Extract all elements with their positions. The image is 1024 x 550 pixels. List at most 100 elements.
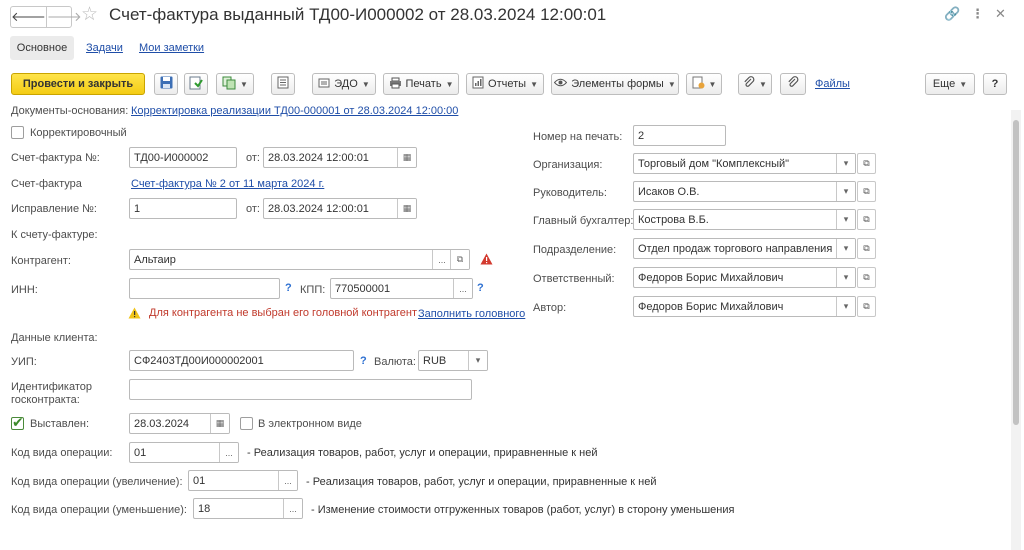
more-vertical-icon[interactable]: ⋮: [971, 6, 984, 22]
resp-field[interactable]: Федоров Борис Михайлович ▾: [633, 267, 856, 288]
invoice-no-field[interactable]: ТД00-И000002: [129, 147, 237, 168]
print-no-field[interactable]: 2: [633, 125, 726, 146]
warning-icon: [128, 307, 141, 322]
kpp-value: 770500001: [335, 282, 391, 295]
more-button[interactable]: Еще ▼: [925, 73, 975, 95]
form-elements-button[interactable]: Элементы формы ▼: [551, 73, 679, 95]
chevron-down-icon[interactable]: ▾: [836, 297, 855, 316]
calendar-icon[interactable]: ▦: [397, 148, 416, 167]
dept-field[interactable]: Отдел продаж торгового направления ▾: [633, 238, 856, 259]
chevron-down-icon[interactable]: ▾: [836, 154, 855, 173]
corrective-checkbox[interactable]: [11, 126, 24, 139]
client-data-label: Данные клиента:: [11, 332, 98, 344]
nav-buttons: 🡐 🡒: [10, 6, 82, 28]
open-icon[interactable]: ⧉: [857, 209, 876, 230]
calendar-icon[interactable]: ▦: [210, 414, 229, 433]
select-button[interactable]: ...: [432, 250, 451, 269]
org-field[interactable]: Торговый дом "Комплексный" ▾: [633, 153, 856, 174]
uip-label: УИП:: [11, 356, 37, 368]
op-code-inc-label: Код вида операции (увеличение):: [11, 476, 183, 488]
fix-no-field[interactable]: 1: [129, 198, 237, 219]
invoice-label: Счет-фактура: [11, 178, 82, 190]
issued-checkbox[interactable]: [11, 414, 24, 431]
attachments-dropdown-button[interactable]: ▼: [686, 73, 722, 95]
edo-label: ЭДО: [334, 78, 358, 90]
select-button[interactable]: ...: [278, 471, 297, 490]
select-button[interactable]: ...: [219, 443, 238, 462]
open-icon[interactable]: ⧉: [857, 181, 876, 202]
tab-main[interactable]: Основное: [10, 36, 74, 60]
issued-date-field[interactable]: 28.03.2024 ▦: [129, 413, 230, 434]
edo-button[interactable]: ЭДО ▼: [312, 73, 376, 95]
head-field[interactable]: Исаков О.В. ▾: [633, 181, 856, 202]
fix-from-label: от:: [246, 203, 260, 215]
op-code-field[interactable]: 01 ...: [129, 442, 239, 463]
arrow-right-icon: 🡒: [46, 9, 82, 24]
electronic-checkbox[interactable]: [240, 417, 253, 430]
paperclip-icon: [787, 76, 799, 92]
op-code-dec-field[interactable]: 18 ...: [193, 498, 303, 519]
inn-field[interactable]: [129, 278, 280, 299]
post-button[interactable]: [184, 73, 208, 95]
uip-help-icon[interactable]: ?: [360, 355, 367, 367]
tab-tasks[interactable]: Задачи: [86, 42, 123, 54]
counterparty-field[interactable]: Альтаир ... ⧉: [129, 249, 470, 270]
back-button[interactable]: 🡐: [11, 7, 46, 27]
chevron-down-icon[interactable]: ▾: [836, 268, 855, 287]
open-icon[interactable]: ⧉: [450, 250, 469, 269]
invoice-from-label: от:: [246, 152, 260, 164]
files-link[interactable]: Файлы: [815, 78, 850, 90]
currency-value: RUB: [423, 354, 447, 367]
save-button[interactable]: [154, 73, 178, 95]
fill-head-link[interactable]: Заполнить головного: [418, 307, 525, 321]
select-button[interactable]: ...: [453, 279, 472, 298]
inn-label: ИНН:: [11, 284, 38, 296]
open-icon[interactable]: ⧉: [857, 153, 876, 174]
help-button[interactable]: ?: [983, 73, 1007, 95]
author-field[interactable]: Федоров Борис Михайлович ▾: [633, 296, 856, 317]
reports-button[interactable]: Отчеты ▼: [466, 73, 544, 95]
open-icon[interactable]: ⧉: [857, 267, 876, 288]
currency-select[interactable]: RUB ▾: [418, 350, 488, 371]
kpp-help-icon[interactable]: ?: [477, 282, 484, 294]
structure-button[interactable]: [271, 73, 295, 95]
op-code-label: Код вида операции:: [11, 447, 113, 459]
more-label: Еще: [932, 78, 956, 90]
chevron-down-icon[interactable]: ▾: [836, 182, 855, 201]
author-label: Автор:: [533, 302, 567, 314]
chevron-down-icon[interactable]: ▾: [836, 239, 855, 258]
kpp-label: КПП:: [300, 284, 326, 296]
invoice-date-field[interactable]: 28.03.2024 12:00:01 ▦: [263, 147, 417, 168]
inn-help-icon[interactable]: ?: [285, 282, 292, 294]
chevron-down-icon[interactable]: ▾: [468, 351, 487, 370]
accountant-field[interactable]: Кострова В.Б. ▾: [633, 209, 856, 230]
counterparty-value: Альтаир: [134, 253, 176, 266]
post-and-close-button[interactable]: Провести и закрыть: [11, 73, 145, 95]
open-icon[interactable]: ⧉: [857, 296, 876, 317]
attach-file-button[interactable]: [780, 73, 806, 95]
invoice-link[interactable]: Счет-фактура № 2 от 11 марта 2024 г.: [131, 177, 324, 191]
print-button[interactable]: Печать ▼: [383, 73, 459, 95]
gov-contract-field[interactable]: [129, 379, 472, 400]
op-code-inc-field[interactable]: 01 ...: [188, 470, 298, 491]
select-button[interactable]: ...: [283, 499, 302, 518]
link-icon[interactable]: 🔗: [944, 6, 960, 22]
fix-date-field[interactable]: 28.03.2024 12:00:01 ▦: [263, 198, 417, 219]
clip-dropdown-button[interactable]: ▼: [738, 73, 772, 95]
forward-button[interactable]: 🡒: [45, 7, 82, 27]
kpp-field[interactable]: 770500001 ...: [330, 278, 473, 299]
calendar-icon[interactable]: ▦: [397, 199, 416, 218]
chevron-down-icon[interactable]: ▾: [836, 210, 855, 229]
uip-field[interactable]: СФ2403ТД00И000002001: [129, 350, 354, 371]
tab-notes[interactable]: Мои заметки: [139, 42, 204, 54]
eye-icon: [554, 78, 568, 90]
dept-label: Подразделение:: [533, 244, 617, 256]
electronic-label: В электронном виде: [258, 418, 362, 430]
scrollbar-thumb[interactable]: [1013, 120, 1019, 425]
open-icon[interactable]: ⧉: [857, 238, 876, 259]
head-label: Руководитель:: [533, 187, 607, 199]
close-icon[interactable]: ✕: [995, 6, 1006, 22]
base-docs-link[interactable]: Корректировка реализации ТД00-000001 от …: [131, 104, 458, 118]
favorite-star-icon[interactable]: ☆: [81, 3, 98, 26]
create-based-on-button[interactable]: ▼: [216, 73, 254, 95]
